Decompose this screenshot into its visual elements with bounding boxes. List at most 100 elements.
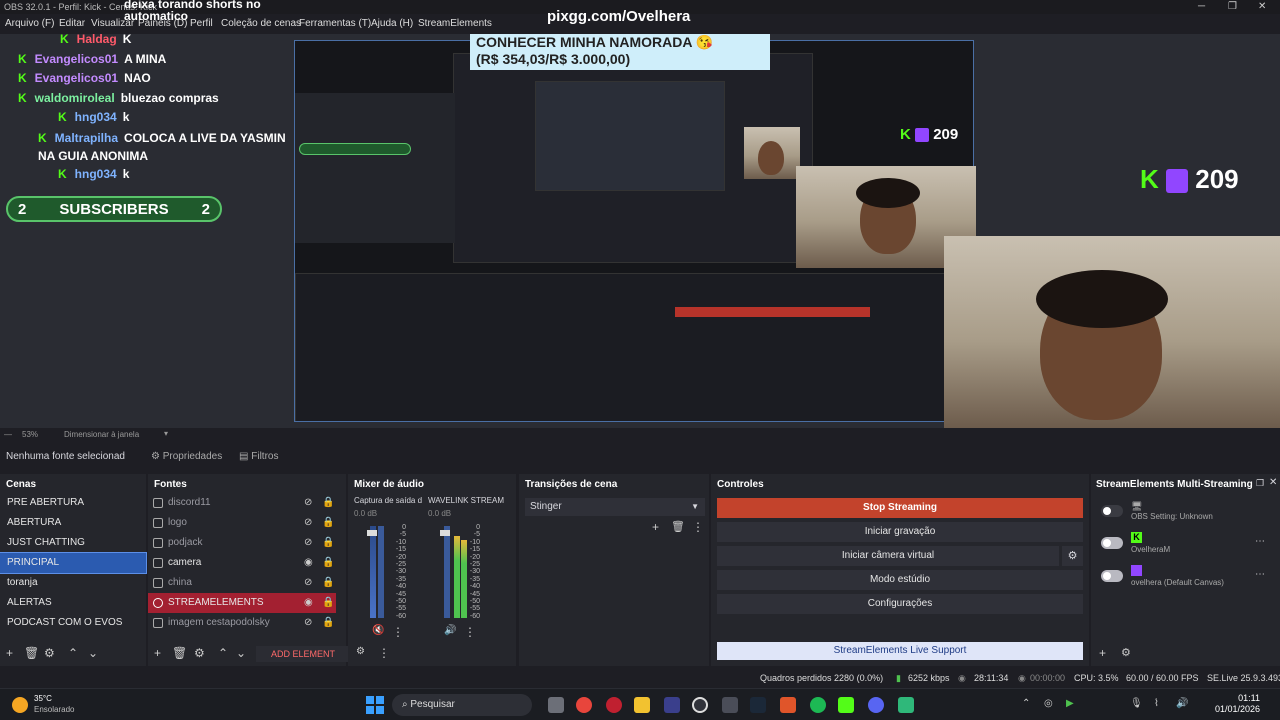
settings-icon[interactable]: ⚙ [44, 646, 55, 660]
menu-edit[interactable]: Editar [59, 18, 85, 29]
scene-item[interactable]: PRE ABERTURA [0, 493, 146, 513]
add-icon[interactable]: + [154, 646, 161, 660]
obs-icon[interactable] [692, 697, 708, 713]
more-icon[interactable]: ⋮ [378, 646, 390, 660]
minimize-icon[interactable]: ─ [1198, 1, 1205, 12]
move-up-icon[interactable]: ⌃ [68, 646, 78, 660]
scene-item[interactable]: ABERTURA [0, 513, 146, 533]
zoom-percent[interactable]: 53% [22, 430, 38, 439]
settings-icon[interactable]: ⚙ [194, 646, 205, 660]
settings-icon[interactable]: ⚙ [1121, 646, 1131, 659]
lock-icon[interactable]: 🔒 [322, 493, 334, 513]
menu-streamelements[interactable]: StreamElements [418, 18, 492, 29]
more-icon[interactable]: ⋮ [692, 520, 704, 534]
lock-icon[interactable]: 🔒 [322, 533, 334, 553]
float-icon[interactable]: ❐ [1256, 478, 1264, 489]
add-icon[interactable]: + [6, 646, 13, 660]
speaker-icon[interactable]: 🔊 [444, 625, 456, 636]
stop-streaming-button[interactable]: Stop Streaming [717, 498, 1083, 518]
file-explorer-icon[interactable] [634, 697, 650, 713]
lock-icon[interactable]: 🔒 [322, 593, 334, 613]
app-icon[interactable] [722, 697, 738, 713]
source-item-streamelements[interactable]: STREAMELEMENTS ◉ 🔒 [148, 593, 336, 613]
transition-select[interactable]: Stinger ▼ [525, 498, 705, 516]
eye-icon[interactable]: ◉ [304, 593, 313, 613]
volume-slider[interactable] [367, 530, 377, 536]
move-up-icon[interactable]: ⌃ [218, 646, 228, 660]
more-icon[interactable]: ⋮ [392, 625, 404, 639]
more-icon[interactable]: ⋯ [1255, 536, 1265, 547]
toggle-switch[interactable] [1101, 505, 1123, 517]
volume-slider[interactable] [440, 530, 450, 536]
source-item[interactable]: imagem cestapodolsky ⊘ 🔒 [148, 613, 336, 633]
hidden-eye-icon[interactable]: ⊘ [304, 513, 312, 533]
move-down-icon[interactable]: ⌄ [88, 646, 98, 660]
taskbar-search[interactable]: ⌕ Pesquisar [392, 694, 532, 716]
task-view-icon[interactable] [548, 697, 564, 713]
source-item[interactable]: logo ⊘ 🔒 [148, 513, 336, 533]
scene-item[interactable]: ALERTAS [0, 593, 146, 613]
muted-speaker-icon[interactable]: 🔇 [372, 625, 384, 636]
menu-tools[interactable]: Ferramentas (T) [299, 18, 371, 29]
hidden-eye-icon[interactable]: ⊘ [304, 613, 312, 633]
lock-icon[interactable]: 🔒 [322, 573, 334, 593]
tray-play-icon[interactable]: ▶ [1066, 698, 1074, 709]
lock-icon[interactable]: 🔒 [322, 513, 334, 533]
start-recording-button[interactable]: Iniciar gravação [717, 522, 1083, 542]
menu-help[interactable]: Ajuda (H) [371, 18, 413, 29]
scene-item[interactable]: JUST CHATTING [0, 533, 146, 553]
more-icon[interactable]: ⋯ [1255, 569, 1265, 580]
trash-icon[interactable]: 🗑 [671, 520, 685, 533]
hidden-eye-icon[interactable]: ⊘ [304, 493, 312, 513]
eye-icon[interactable]: ◉ [304, 553, 313, 573]
hidden-eye-icon[interactable]: ⊘ [304, 533, 312, 553]
trash-icon[interactable]: 🗑 [172, 646, 187, 660]
hidden-eye-icon[interactable]: ⊘ [304, 573, 312, 593]
toggle-switch[interactable] [1101, 570, 1123, 582]
network-icon[interactable]: ⌇ [1154, 698, 1159, 709]
clock-time[interactable]: 01:11 [1200, 693, 1260, 703]
close-icon[interactable]: ✕ [1258, 1, 1266, 12]
source-item[interactable]: discord11 ⊘ 🔒 [148, 493, 336, 513]
virtual-camera-settings-icon[interactable]: ⚙ [1062, 546, 1083, 566]
stream-preview[interactable]: K Haldag K K Evangelicos01 A MINA K Evangelic… [0, 34, 1280, 428]
windows-start-icon[interactable] [366, 696, 384, 714]
toggle-switch[interactable] [1101, 537, 1123, 549]
app-icon[interactable] [898, 697, 914, 713]
lock-icon[interactable]: 🔒 [322, 613, 334, 633]
brave-icon[interactable] [780, 697, 796, 713]
tray-icon[interactable]: ◎ [1044, 698, 1053, 709]
opera-icon[interactable] [606, 697, 622, 713]
add-element-button[interactable]: ADD ELEMENT [256, 646, 350, 662]
studio-mode-button[interactable]: Modo estúdio [717, 570, 1083, 590]
microphone-icon[interactable]: 🎙 [1130, 698, 1143, 709]
trash-icon[interactable]: 🗑 [24, 646, 39, 660]
properties-button[interactable]: ⚙ Propriedades [151, 451, 222, 462]
live-support-button[interactable]: StreamElements Live Support [717, 642, 1083, 660]
weather-icon[interactable] [12, 697, 28, 713]
source-item[interactable]: camera ◉ 🔒 [148, 553, 336, 573]
collapse-icon[interactable]: — [4, 430, 12, 439]
chevron-down-icon[interactable]: ▾ [164, 429, 168, 438]
add-icon[interactable]: + [1099, 646, 1106, 660]
start-virtual-camera-button[interactable]: Iniciar câmera virtual [717, 546, 1059, 566]
close-icon[interactable]: ✕ [1269, 477, 1277, 488]
chevron-up-icon[interactable]: ⌃ [1022, 698, 1030, 709]
volume-icon[interactable]: 🔊 [1176, 698, 1188, 709]
zoom-mode[interactable]: Dimensionar à janela [64, 430, 139, 439]
more-icon[interactable]: ⋮ [464, 625, 476, 639]
mixer-settings-icon[interactable]: ⚙ [356, 646, 365, 657]
spotify-icon[interactable] [810, 697, 826, 713]
lock-icon[interactable]: 🔒 [322, 553, 334, 573]
kick-app-icon[interactable] [838, 697, 854, 713]
move-down-icon[interactable]: ⌄ [236, 646, 246, 660]
steam-icon[interactable] [750, 697, 766, 713]
add-icon[interactable]: + [652, 520, 659, 534]
source-item[interactable]: podjack ⊘ 🔒 [148, 533, 336, 553]
clock-date[interactable]: 01/01/2026 [1200, 704, 1260, 714]
app-icon[interactable] [664, 697, 680, 713]
maximize-icon[interactable]: ❐ [1228, 1, 1237, 12]
filters-button[interactable]: ▤ Filtros [239, 451, 278, 462]
scene-item[interactable]: toranja [0, 573, 146, 593]
menu-file[interactable]: Arquivo (F) [5, 18, 54, 29]
